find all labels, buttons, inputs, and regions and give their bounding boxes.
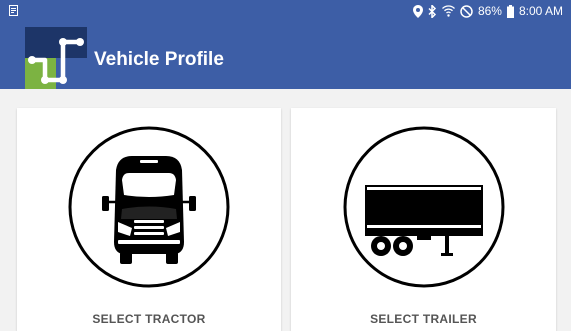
location-icon (412, 4, 423, 18)
tractor-icon (68, 126, 230, 288)
app-logo (25, 27, 87, 89)
battery-percent: 86% (477, 4, 502, 18)
select-tractor-card[interactable]: SELECT TRACTOR (17, 108, 281, 331)
select-trailer-card[interactable]: SELECT TRAILER (291, 108, 556, 331)
do-not-disturb-icon (460, 4, 473, 18)
app-bar: 86% 8:00 AM Vehicle Profile (0, 0, 571, 89)
battery-icon (506, 4, 514, 18)
status-bar: 86% 8:00 AM (0, 0, 571, 22)
clock: 8:00 AM (518, 4, 563, 18)
status-indicators: 86% 8:00 AM (412, 3, 563, 19)
select-tractor-label: SELECT TRACTOR (92, 312, 206, 326)
select-trailer-label: SELECT TRAILER (370, 312, 477, 326)
page-title: Vehicle Profile (94, 49, 224, 70)
trailer-icon (343, 126, 504, 288)
bluetooth-icon (428, 4, 436, 18)
notification-icon (9, 5, 18, 16)
wifi-icon (441, 5, 455, 17)
